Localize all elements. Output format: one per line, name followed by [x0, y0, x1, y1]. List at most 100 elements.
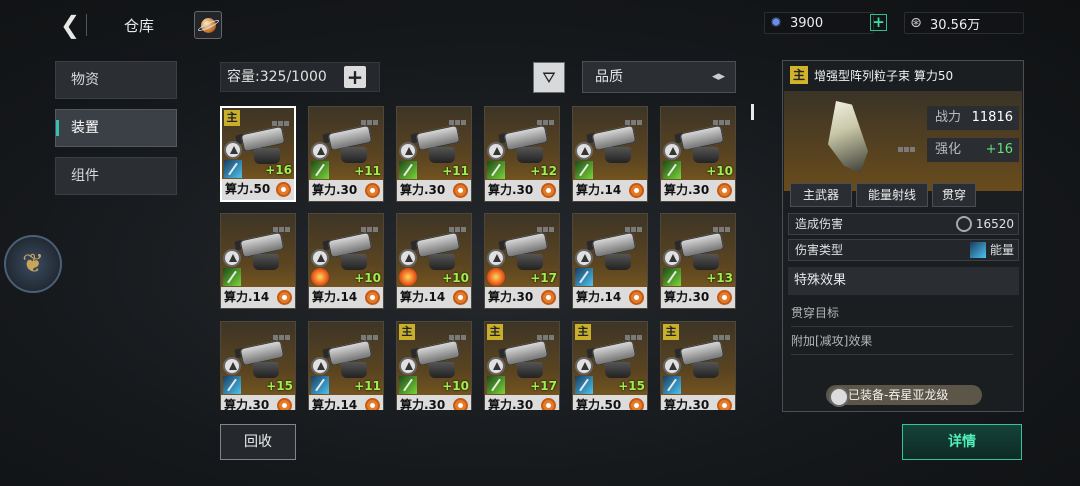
- filter-icon: ⛛: [542, 68, 556, 87]
- gear-icon: [717, 183, 732, 198]
- slot-indicator: [272, 325, 292, 340]
- sidebar-item-components[interactable]: 组件: [55, 157, 177, 195]
- enhance-level: +16: [265, 163, 292, 177]
- inventory-item[interactable]: +11 算力.30: [308, 106, 384, 202]
- gear-icon: [276, 182, 291, 197]
- inventory-item[interactable]: 算力.14: [572, 213, 648, 309]
- sort-dropdown[interactable]: 品质 ◂▸: [582, 61, 736, 93]
- enhance-level: +11: [442, 164, 469, 178]
- inventory-item[interactable]: +17 算力.30: [484, 213, 560, 309]
- details-button[interactable]: 详情: [902, 424, 1022, 460]
- inventory-item[interactable]: +11 算力.30: [396, 106, 472, 202]
- scrollbar[interactable]: [751, 104, 754, 120]
- weapon-icon: [235, 122, 290, 166]
- slot-indicator: [712, 217, 732, 232]
- inventory-item[interactable]: 主 +15 算力.50: [572, 321, 648, 410]
- inventory-item[interactable]: +11 算力.14: [308, 321, 384, 410]
- planet-button[interactable]: [194, 11, 222, 39]
- gear-icon: [629, 290, 644, 305]
- gear-icon: [365, 183, 380, 198]
- gear-icon: [629, 398, 644, 410]
- expand-capacity-button[interactable]: +: [344, 66, 366, 88]
- enhance-level: 强化 +16: [927, 138, 1019, 162]
- weapon-type-icon: [663, 249, 681, 267]
- enhance-level: +11: [354, 164, 381, 178]
- inventory-item[interactable]: +10 算力.14: [308, 213, 384, 309]
- inventory-item[interactable]: 算力.14: [220, 213, 296, 309]
- slot-indicator: [360, 110, 380, 125]
- gear-icon: [453, 183, 468, 198]
- gear-icon: [277, 290, 292, 305]
- recycle-button[interactable]: 回收: [220, 424, 296, 460]
- slot-indicator: [624, 217, 644, 232]
- inventory-item[interactable]: 主算力.30: [660, 321, 736, 410]
- weapon-icon: [586, 228, 641, 272]
- divider: [86, 14, 87, 36]
- gear-icon: [277, 398, 292, 410]
- inventory-item[interactable]: +13 算力.30: [660, 213, 736, 309]
- gear-icon: [453, 398, 468, 410]
- gear-icon: [629, 183, 644, 198]
- slot-indicator: [360, 325, 380, 340]
- slot-indicator: [448, 217, 468, 232]
- power-label: 算力.30: [397, 180, 471, 201]
- weapon-icon: [674, 336, 729, 380]
- sidebar-item-devices[interactable]: 装置: [55, 109, 177, 147]
- weapon-icon: [498, 336, 553, 380]
- power-label: 算力.14: [309, 287, 383, 308]
- element-icon: [663, 268, 681, 286]
- gear-icon: [453, 290, 468, 305]
- weapon-icon: [674, 121, 729, 165]
- faction-emblem-icon[interactable]: ❦: [4, 235, 62, 293]
- gear-icon: [717, 398, 732, 410]
- weapon-type-icon: [223, 249, 241, 267]
- slot-indicator: [536, 110, 556, 125]
- gear-icon: [541, 183, 556, 198]
- power-label: 算力.30: [221, 395, 295, 410]
- filter-button[interactable]: ⛛: [533, 62, 565, 93]
- power-label: 算力.14: [397, 287, 471, 308]
- crystal-icon: ✹: [770, 15, 782, 31]
- add-crystal-button[interactable]: +: [870, 14, 887, 31]
- weapon-type-icon: [487, 357, 505, 375]
- slot-indicator: [272, 217, 292, 232]
- back-button[interactable]: ❮: [58, 12, 82, 38]
- weapon-icon: [410, 121, 465, 165]
- effect-item: 附加[减攻]效果: [791, 329, 1013, 355]
- enhance-level: +10: [354, 271, 381, 285]
- inventory-item[interactable]: 算力.14: [572, 106, 648, 202]
- weapon-icon: [410, 336, 465, 380]
- inventory-item[interactable]: 主 +17 算力.30: [484, 321, 560, 410]
- inventory-item[interactable]: 主 +10 算力.30: [396, 321, 472, 410]
- element-icon: [575, 161, 593, 179]
- gear-icon: [365, 398, 380, 410]
- coin-amount: 30.56万: [930, 17, 981, 33]
- power-label: 算力.30: [485, 287, 559, 308]
- element-icon: [487, 376, 505, 394]
- inventory-item[interactable]: 主 +16 算力.50: [220, 106, 296, 202]
- inventory-item[interactable]: +15 算力.30: [220, 321, 296, 410]
- effect-item: 贯穿目标: [791, 301, 1013, 327]
- weapon-type-icon: [487, 142, 505, 160]
- slot-indicator: [448, 325, 468, 340]
- power-label: 算力.50: [573, 395, 647, 410]
- power-label: 算力.30: [661, 180, 735, 201]
- power-label: 算力.30: [661, 287, 735, 308]
- power-label: 算力.14: [309, 395, 383, 410]
- inventory-item[interactable]: +12 算力.30: [484, 106, 560, 202]
- sidebar-item-materials[interactable]: 物资: [55, 61, 177, 99]
- inventory-item[interactable]: +10 算力.14: [396, 213, 472, 309]
- weapon-icon: [586, 121, 641, 165]
- weapon-type-icon: [399, 249, 417, 267]
- slot-indicator: [624, 110, 644, 125]
- inventory-item[interactable]: +10 算力.30: [660, 106, 736, 202]
- element-icon: [399, 161, 417, 179]
- enhance-level: +17: [530, 271, 557, 285]
- element-icon: [487, 161, 505, 179]
- enhance-level: +10: [442, 379, 469, 393]
- special-effects-title: 特殊效果: [788, 267, 1019, 295]
- slot-indicator: [712, 325, 732, 340]
- slot-indicator: [898, 137, 916, 156]
- weapon-icon: [410, 228, 465, 272]
- coin-icon: ⊛: [910, 15, 922, 31]
